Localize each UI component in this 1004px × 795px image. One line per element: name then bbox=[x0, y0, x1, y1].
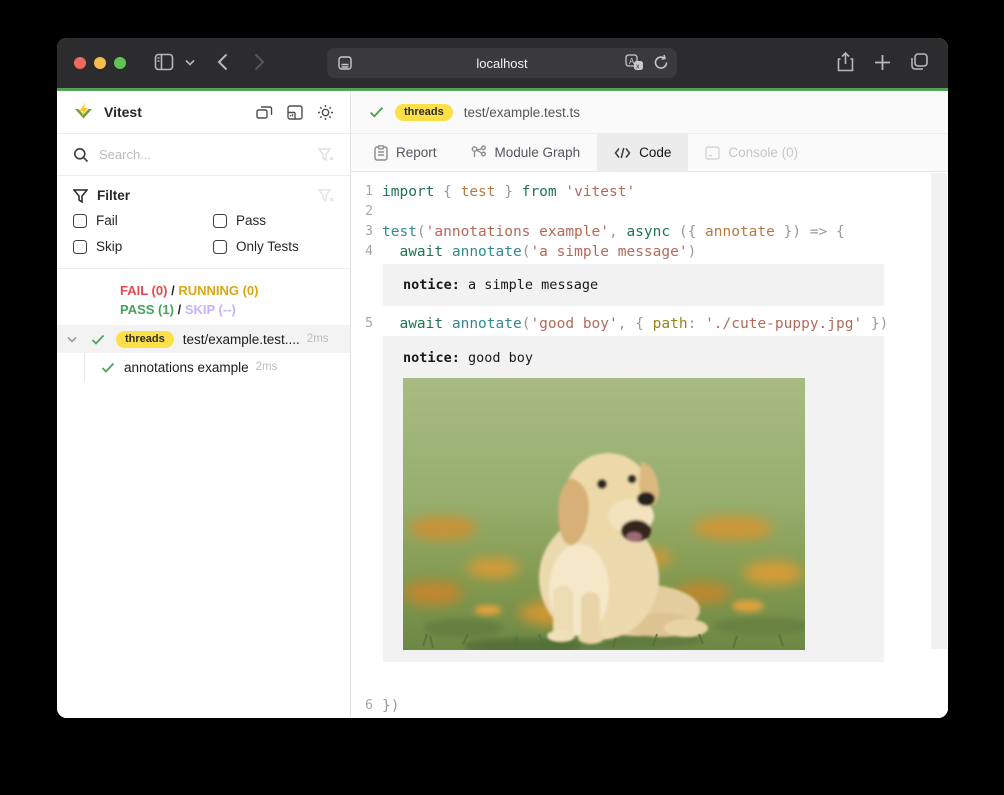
file-path: test/example.test.ts bbox=[464, 105, 580, 120]
search-icon bbox=[73, 147, 89, 163]
filter-checkbox-only-tests[interactable]: Only Tests bbox=[213, 239, 334, 254]
share-icon[interactable] bbox=[837, 52, 854, 73]
zoom-window-button[interactable] bbox=[114, 57, 126, 69]
line-number: 4 bbox=[351, 242, 382, 262]
tab-report[interactable]: Report bbox=[357, 134, 454, 171]
code-line: 2 bbox=[351, 202, 948, 222]
tab-code[interactable]: Code bbox=[597, 134, 688, 171]
funnel-icon bbox=[73, 189, 88, 203]
browser-toolbar: localhost A x bbox=[57, 38, 948, 88]
code-line: 3test('annotations example', async ({ an… bbox=[351, 222, 948, 242]
pass-count: PASS (1) bbox=[120, 302, 174, 317]
code-line: 4 await annotate('a simple message') bbox=[351, 242, 948, 262]
chevron-down-icon[interactable] bbox=[185, 59, 195, 66]
collapse-windows-icon[interactable] bbox=[256, 105, 273, 120]
pool-badge: threads bbox=[116, 331, 174, 348]
filter-checkbox-skip[interactable]: Skip bbox=[73, 239, 213, 254]
test-duration: 2ms bbox=[307, 333, 329, 345]
code-icon bbox=[614, 147, 631, 159]
reload-icon[interactable] bbox=[653, 54, 669, 71]
new-tab-icon[interactable] bbox=[874, 54, 891, 71]
test-case-name[interactable]: annotations example bbox=[124, 360, 249, 375]
filter-checkbox-fail[interactable]: Fail bbox=[73, 213, 213, 228]
filter-section: Filter Fail Pass bbox=[57, 176, 350, 269]
line-number: 7 bbox=[351, 716, 382, 718]
svg-text:x: x bbox=[636, 64, 640, 71]
annotation-notice: notice: a simple message bbox=[383, 264, 884, 306]
browser-window: localhost A x bbox=[57, 38, 948, 718]
code-line: 7 bbox=[351, 716, 948, 718]
code-line: 5 await annotate('good boy', { path: './… bbox=[351, 314, 948, 334]
window-controls bbox=[74, 57, 126, 69]
report-icon bbox=[374, 145, 388, 161]
app-title: Vitest bbox=[104, 104, 142, 120]
theme-toggle-sun-icon[interactable] bbox=[317, 104, 334, 121]
line-number: 3 bbox=[351, 222, 382, 242]
main-panel: threads test/example.test.ts Report bbox=[351, 91, 948, 718]
cute-puppy-photo bbox=[403, 378, 805, 650]
skip-count: SKIP (--) bbox=[185, 302, 236, 317]
clear-search-filter-icon bbox=[318, 148, 334, 162]
line-number: 1 bbox=[351, 182, 382, 202]
pass-check-icon bbox=[101, 362, 115, 373]
running-count: RUNNING (0) bbox=[178, 283, 258, 298]
chevron-down-icon[interactable] bbox=[67, 336, 83, 343]
checkbox-icon[interactable] bbox=[73, 214, 87, 228]
test-file-row[interactable]: threads test/example.test.... 2ms bbox=[57, 325, 350, 353]
checkbox-icon[interactable] bbox=[213, 240, 227, 254]
line-number: 2 bbox=[351, 202, 382, 222]
dashboard-icon[interactable] bbox=[287, 105, 303, 120]
scrollbar[interactable] bbox=[931, 173, 947, 649]
back-icon[interactable] bbox=[217, 53, 228, 71]
annotation-label: notice: bbox=[403, 277, 460, 293]
checkbox-icon[interactable] bbox=[213, 214, 227, 228]
address-bar[interactable]: localhost A x bbox=[327, 48, 677, 78]
line-number: 5 bbox=[351, 314, 382, 334]
console-icon bbox=[705, 146, 720, 160]
annotation-label: notice: bbox=[403, 350, 460, 366]
annotation-notice: notice: good boy bbox=[383, 336, 884, 662]
code-viewer[interactable]: 1import { test } from 'vitest'23test('an… bbox=[351, 173, 948, 718]
filter-title: Filter bbox=[97, 188, 130, 203]
sidebar: Vitest bbox=[57, 91, 351, 718]
indent-guide bbox=[84, 353, 85, 381]
test-case-row[interactable]: annotations example 2ms bbox=[57, 353, 350, 381]
clear-filter-icon bbox=[318, 189, 334, 203]
fail-count: FAIL (0) bbox=[120, 283, 167, 298]
file-header: threads test/example.test.ts bbox=[351, 91, 948, 134]
filter-checkbox-pass[interactable]: Pass bbox=[213, 213, 334, 228]
module-graph-icon bbox=[471, 145, 487, 160]
tab-overview-icon[interactable] bbox=[909, 52, 929, 72]
checkbox-icon[interactable] bbox=[73, 240, 87, 254]
tab-console: Console (0) bbox=[688, 134, 815, 171]
pass-check-icon bbox=[91, 334, 105, 345]
minimize-window-button[interactable] bbox=[94, 57, 106, 69]
tab-bar: Report Module Graph bbox=[351, 134, 948, 172]
tab-module-graph[interactable]: Module Graph bbox=[454, 134, 598, 171]
test-file-name[interactable]: test/example.test.... bbox=[183, 332, 300, 347]
vitest-logo-icon bbox=[73, 102, 94, 122]
test-summary: FAIL (0) / RUNNING (0) PASS (1) / SKIP (… bbox=[57, 269, 350, 325]
code-line: 6}) bbox=[351, 696, 948, 716]
code-content: 1import { test } from 'vitest'23test('an… bbox=[351, 182, 948, 718]
pool-badge: threads bbox=[395, 104, 453, 121]
forward-icon bbox=[254, 53, 265, 71]
close-window-button[interactable] bbox=[74, 57, 86, 69]
reader-icon[interactable] bbox=[337, 55, 353, 71]
pass-check-icon bbox=[369, 106, 384, 118]
sidebar-toggle-icon[interactable] bbox=[154, 53, 174, 71]
search-input[interactable] bbox=[99, 147, 318, 162]
translate-icon[interactable]: A x bbox=[625, 54, 644, 71]
code-line: 1import { test } from 'vitest' bbox=[351, 182, 948, 202]
line-number: 6 bbox=[351, 696, 382, 716]
test-duration: 2ms bbox=[256, 361, 278, 373]
